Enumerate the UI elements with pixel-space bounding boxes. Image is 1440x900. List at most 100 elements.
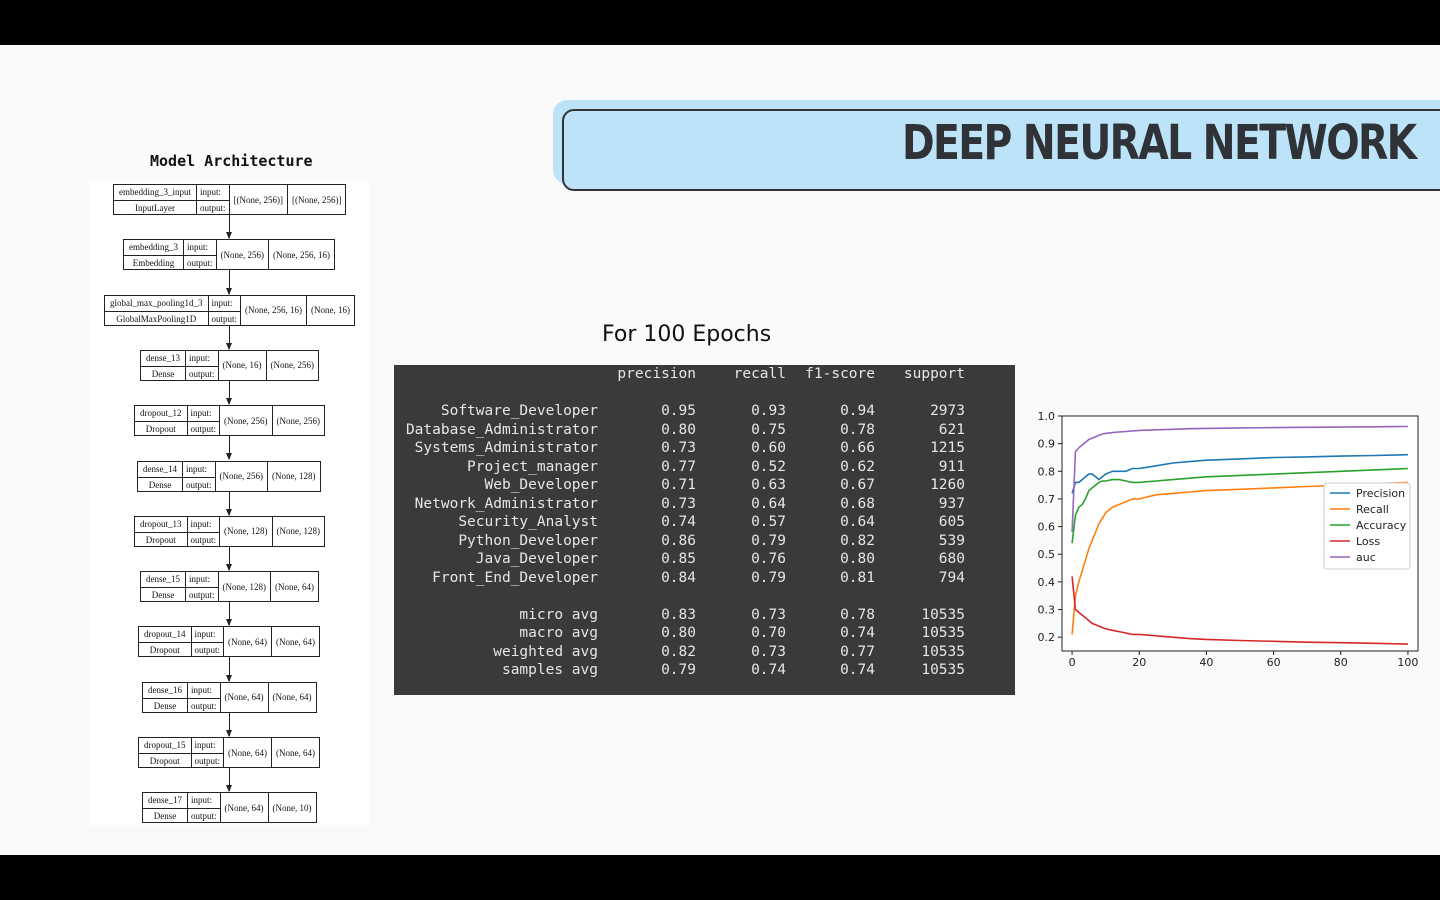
epochs-title: For 100 Epochs xyxy=(602,322,772,347)
report-row-label: Java_Developer xyxy=(475,551,598,567)
report-precision: 0.80 xyxy=(661,625,696,641)
output-label: output: xyxy=(194,645,221,656)
layer-name: embedding_3 xyxy=(124,240,183,257)
report-header: recall xyxy=(733,366,786,382)
layer-name: dense_16 xyxy=(143,683,187,699)
output-shape: (None, 64) xyxy=(276,636,316,647)
layer-name-cell: dense_16 Dense xyxy=(143,682,188,712)
layer-name: global_max_pooling1d_3 xyxy=(105,296,208,312)
output-shape: [(None, 256)] xyxy=(292,194,342,205)
layer-name-cell: global_max_pooling1d_3 GlobalMaxPooling1D xyxy=(105,295,209,325)
report-row-label: Project_manager xyxy=(467,458,598,475)
input-shape: (None, 256, 16) xyxy=(241,295,308,325)
input-shape: (None, 64) xyxy=(221,793,269,823)
input-label: input: xyxy=(187,406,220,423)
input-shape: (None, 64) xyxy=(224,627,273,657)
report-recall: 0.52 xyxy=(751,458,786,475)
report-f1: 0.74 xyxy=(840,625,875,641)
output-shape: (None, 256) xyxy=(276,415,321,426)
report-row-label: weighted avg xyxy=(493,643,598,660)
report-row-label: macro avg xyxy=(519,625,598,641)
report-precision: 0.95 xyxy=(661,403,696,419)
report-support: 1215 xyxy=(930,440,965,456)
layer-name-cell: dense_15 Dense xyxy=(141,572,186,602)
input-label: input: xyxy=(184,240,216,257)
io-label-cell: input: output: xyxy=(186,350,219,380)
layer-name: embedding_3_input xyxy=(114,185,196,201)
output-label: output: xyxy=(191,811,217,822)
y-tick-label: 0.6 xyxy=(1038,521,1056,534)
layer-type: Embedding xyxy=(132,258,175,269)
report-recall: 0.79 xyxy=(751,569,786,586)
x-tick-label: 0 xyxy=(1069,656,1076,669)
output-shape: (None, 128) xyxy=(272,471,316,481)
report-precision: 0.71 xyxy=(661,477,696,493)
input-label: input: xyxy=(188,683,220,699)
report-row-label: Web_Developer xyxy=(484,477,599,493)
output-label: output: xyxy=(189,590,215,601)
x-tick-label: 20 xyxy=(1132,656,1146,669)
report-f1: 0.82 xyxy=(840,532,875,549)
metrics-line-chart: 0 20 40 60 80 100 0.2 0.3 0.4 0.5 0.6 0.7 0.8 0.9 1.0 P… xyxy=(1038,410,1419,669)
legend-label: Loss xyxy=(1356,535,1380,548)
y-tick-label: 0.2 xyxy=(1038,631,1056,644)
report-f1: 0.94 xyxy=(840,403,875,419)
report-row-label: Network_Administrator xyxy=(414,495,598,512)
report-recall: 0.63 xyxy=(751,477,786,493)
output-shape: (None, 256, 16) xyxy=(273,249,331,260)
report-support: 621 xyxy=(938,421,965,438)
report-f1: 0.67 xyxy=(840,477,875,493)
layer-box: embedding_3_input InputLayer input: output:… xyxy=(113,184,347,215)
output-label: output: xyxy=(189,368,215,379)
report-row-label: Software_Developer xyxy=(440,403,598,419)
report-f1: 0.77 xyxy=(840,643,875,660)
slide: DEEP NEURAL NETWORK Model Architecture e… xyxy=(0,45,1440,855)
layer-name-cell: dropout_13 Dropout xyxy=(135,516,188,546)
output-label: output: xyxy=(194,756,221,766)
layer-box: dense_17 Dense input: output: (None, 64) (Non… xyxy=(142,792,317,824)
architecture-title: Model Architecture xyxy=(150,152,313,170)
input-shape: (None, 64) xyxy=(221,682,269,712)
report-precision: 0.85 xyxy=(661,551,696,567)
layer-type: Dense xyxy=(148,479,172,490)
io-label-cell: input: output: xyxy=(188,793,221,823)
legend-label: Accuracy xyxy=(1356,519,1407,532)
layer-box: dropout_13 Dropout input: output: (None, 128… xyxy=(134,515,326,547)
report-recall: 0.75 xyxy=(751,421,786,438)
input-label: input: xyxy=(208,296,241,312)
report-recall: 0.73 xyxy=(751,643,786,660)
output-shape: (None, 10) xyxy=(272,802,312,813)
flow-arrow xyxy=(226,215,232,240)
report-recall: 0.79 xyxy=(751,532,786,549)
io-label-cell: input: output: xyxy=(183,461,216,491)
flow-arrow xyxy=(226,491,232,517)
layer-box: dense_15 Dense input: output: (None, 128) (No… xyxy=(140,571,320,603)
io-label-cell: input: output: xyxy=(187,406,221,436)
report-precision: 0.80 xyxy=(661,421,696,438)
output-label: output: xyxy=(186,479,212,490)
report-header: f1-score xyxy=(805,366,875,382)
layer-name-cell: dense_17 Dense xyxy=(143,793,188,823)
report-f1: 0.80 xyxy=(840,551,875,567)
report-support: 1260 xyxy=(930,477,965,493)
input-label: input: xyxy=(191,738,224,754)
report-f1: 0.78 xyxy=(840,421,875,438)
report-recall: 0.70 xyxy=(751,625,786,641)
layer-type: Dense xyxy=(151,368,175,379)
layer-type: Dense xyxy=(153,700,177,711)
input-shape: (None, 256) xyxy=(217,240,270,270)
model-architecture-diagram: embedding_3_input InputLayer input: output:… xyxy=(89,181,369,825)
y-tick-label: 0.5 xyxy=(1038,548,1056,561)
output-label: output: xyxy=(211,313,238,324)
report-precision: 0.82 xyxy=(661,643,696,660)
y-tick-label: 0.4 xyxy=(1038,576,1056,589)
report-header: precision xyxy=(617,366,696,382)
report-f1: 0.81 xyxy=(840,569,875,586)
io-label-cell: input: output: xyxy=(191,738,225,767)
x-tick-label: 40 xyxy=(1199,656,1213,669)
report-precision: 0.84 xyxy=(661,569,696,586)
y-tick-label: 0.8 xyxy=(1038,465,1056,478)
layer-box: dense_16 Dense input: output: (None, 64) (Non… xyxy=(142,681,317,713)
input-label: input: xyxy=(197,185,229,201)
y-tick-label: 1.0 xyxy=(1038,410,1056,423)
